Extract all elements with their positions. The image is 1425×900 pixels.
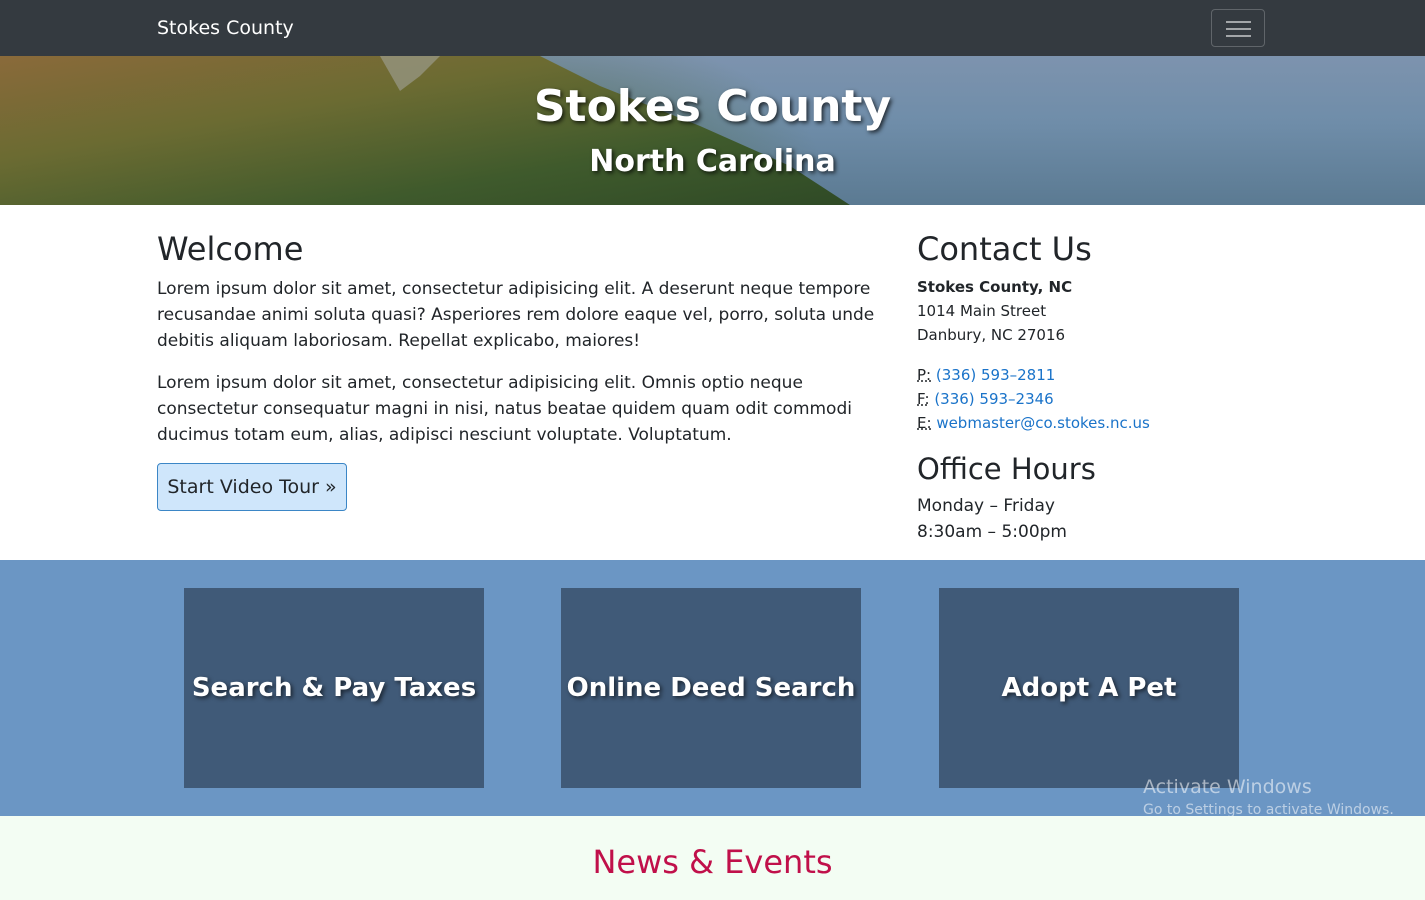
office-hours-heading: Office Hours <box>917 452 1096 486</box>
activate-windows-watermark: Activate Windows Go to Settings to activ… <box>1143 775 1394 819</box>
watermark-title: Activate Windows <box>1143 776 1312 798</box>
office-hours-time: 8:30am – 5:00pm <box>917 522 1067 542</box>
welcome-heading: Welcome <box>157 230 304 268</box>
email-label: E: <box>917 414 932 432</box>
email-link[interactable]: webmaster@co.stokes.nc.us <box>936 414 1150 432</box>
phone-link[interactable]: (336) 593–2811 <box>936 366 1055 384</box>
welcome-paragraph-2: Lorem ipsum dolor sit amet, consectetur … <box>157 373 852 445</box>
phone-label: P: <box>917 366 932 384</box>
contact-fax-row: F: (336) 593–2346 <box>917 387 1054 411</box>
contact-phone-row: P: (336) 593–2811 <box>917 363 1055 387</box>
contact-street: 1014 Main Street <box>917 302 1047 320</box>
start-video-tour-button[interactable]: Start Video Tour » <box>157 463 347 511</box>
hamburger-icon <box>1226 28 1251 30</box>
navbar-toggler-button[interactable] <box>1211 9 1265 47</box>
welcome-paragraph-1: Lorem ipsum dolor sit amet, consectetur … <box>157 279 875 351</box>
online-deed-search-tile[interactable]: Online Deed Search <box>561 588 861 788</box>
contact-heading: Contact Us <box>917 230 1092 268</box>
top-navbar: Stokes County <box>0 0 1425 56</box>
contact-name: Stokes County, NC <box>917 278 1073 296</box>
office-hours-days: Monday – Friday <box>917 496 1055 516</box>
hamburger-icon <box>1226 35 1251 37</box>
hero-subtitle: North Carolina <box>589 144 836 179</box>
fax-link[interactable]: (336) 593–2346 <box>934 390 1053 408</box>
hero-title: Stokes County <box>533 81 892 132</box>
news-events-section: News & Events <box>0 816 1425 900</box>
contact-city: Danbury, NC 27016 <box>917 326 1066 344</box>
news-events-heading: News & Events <box>592 843 833 881</box>
search-pay-taxes-tile[interactable]: Search & Pay Taxes <box>184 588 484 788</box>
hero-banner: Stokes County North Carolina <box>0 56 1425 205</box>
fax-label: F: <box>917 390 930 408</box>
adopt-a-pet-tile[interactable]: Adopt A Pet <box>939 588 1239 788</box>
hamburger-icon <box>1226 21 1251 23</box>
contact-email-row: E: webmaster@co.stokes.nc.us <box>917 411 1150 435</box>
navbar-brand[interactable]: Stokes County <box>157 16 294 40</box>
